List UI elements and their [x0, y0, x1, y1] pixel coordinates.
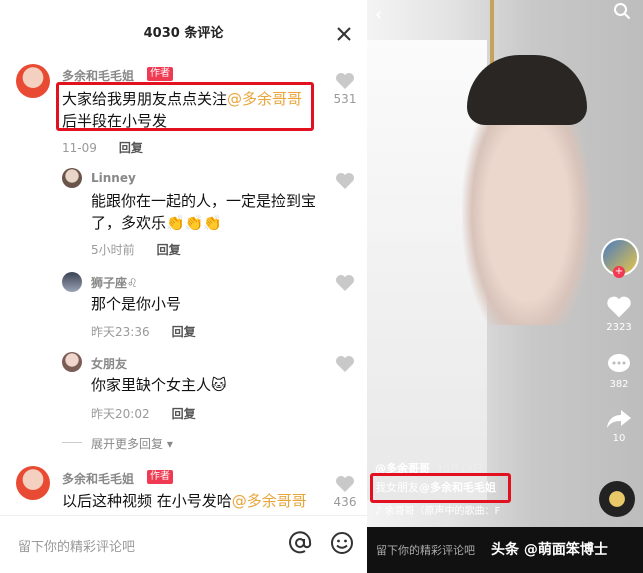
video-like-count: 2323 [606, 322, 632, 333]
at-icon[interactable] [288, 531, 312, 555]
comments-panel: 4030 条评论 多余和毛毛姐 作者 大家给我男朋友点点关注@多余哥哥 后半段在… [0, 0, 367, 573]
video-frame-decor [490, 0, 494, 70]
video-share-button[interactable]: 10 [599, 408, 639, 444]
watermark: 头条 @萌面笨博士 [491, 542, 608, 558]
heart-icon[interactable] [335, 355, 355, 373]
author-badge: 作者 [147, 470, 173, 484]
comment-input-bar[interactable]: 留下你的精彩评论吧 [0, 515, 367, 573]
expand-more-replies[interactable]: 展开更多回复 ▾ [91, 435, 173, 452]
reply-meta: 昨天23:36 回复 [91, 325, 196, 339]
highlight-box [56, 82, 314, 131]
video-comment-bar[interactable]: 留下你的精彩评论吧 头条 @萌面笨博士 [367, 527, 643, 573]
avatar[interactable] [62, 272, 82, 292]
avatar[interactable] [16, 466, 50, 500]
avatar[interactable] [16, 64, 50, 98]
heart-icon[interactable] [335, 475, 355, 493]
comment-icon[interactable] [606, 352, 632, 376]
reply-button[interactable]: 回复 [119, 141, 143, 155]
heart-icon[interactable] [606, 295, 632, 319]
like-count: 531 [333, 92, 357, 106]
reply-meta: 昨天20:02 回复 [91, 407, 196, 421]
reply-username[interactable]: 女朋友 [91, 355, 127, 372]
video-music[interactable]: ♪ 余哥哥（原声中的歌曲：F [375, 502, 500, 517]
reply-text: 那个是你小号 [91, 295, 182, 313]
music-disc-icon[interactable] [599, 481, 635, 517]
back-icon[interactable]: ‹ [375, 4, 382, 25]
video-like-button[interactable]: 2323 [599, 295, 639, 333]
reply-username[interactable]: 狮子座♌ [91, 274, 138, 291]
comment-meta: 11-09 回复 [62, 141, 143, 155]
close-icon[interactable] [334, 24, 354, 44]
video-comment-count: 382 [609, 379, 629, 390]
reply-text: 你家里缺个女主人🐱 [91, 376, 227, 394]
reply-text: 能跟你在一起的人，一定是捡到宝 了，多欢乐👏👏👏 [91, 192, 317, 232]
video-player[interactable]: ‹ + 2323 382 10 @多余哥哥 10月19日 我女朋友@多余和毛毛姐… [367, 0, 643, 573]
video-comment-button[interactable]: 382 [599, 352, 639, 390]
author-badge: 作者 [147, 67, 173, 81]
video-share-count: 10 [612, 433, 626, 444]
reply-button[interactable]: 回复 [172, 325, 196, 339]
like-count: 436 [333, 495, 357, 509]
divider [62, 442, 82, 443]
heart-icon[interactable] [335, 172, 355, 190]
search-icon[interactable] [613, 2, 631, 20]
heart-icon[interactable] [335, 72, 355, 90]
reply-button[interactable]: 回复 [157, 243, 181, 257]
comment-text: 以后这种视频 在小号发哈@多余哥哥 [62, 492, 307, 510]
reply-meta: 5小时前 回复 [91, 243, 181, 257]
reply-button[interactable]: 回复 [172, 407, 196, 421]
heart-icon[interactable] [335, 274, 355, 292]
video-comment-placeholder[interactable]: 留下你的精彩评论吧 [376, 542, 475, 558]
mention-link[interactable]: @多余哥哥 [232, 492, 307, 510]
follow-plus-icon[interactable]: + [613, 266, 625, 278]
highlight-box [370, 473, 511, 503]
comments-header-title: 4030 条评论 [143, 26, 224, 41]
emoji-icon[interactable] [330, 531, 354, 555]
comment-input-placeholder[interactable]: 留下你的精彩评论吧 [18, 536, 135, 555]
avatar[interactable] [62, 168, 82, 188]
share-icon[interactable] [606, 408, 632, 430]
comment-username[interactable]: 多余和毛毛姐 [62, 470, 134, 487]
avatar[interactable] [62, 352, 82, 372]
reply-username[interactable]: Linney [91, 171, 136, 185]
